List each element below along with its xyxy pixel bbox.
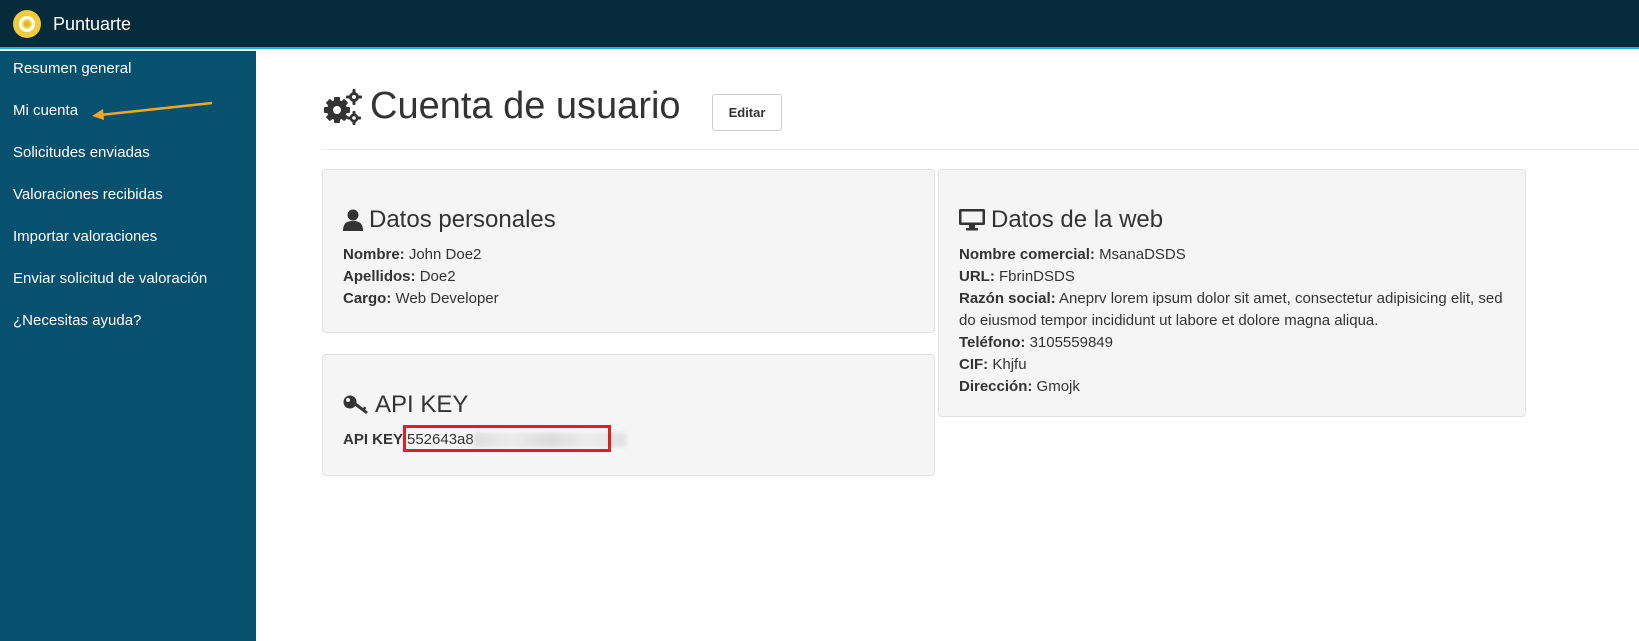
api-key-title: API KEY [375,391,469,418]
api-key-highlight-box [403,425,611,452]
api-key-card: API KEY API KEY: 552643a8 [322,354,935,476]
url-row: URL: FbrinDSDS [959,268,1075,285]
apellidos-row: Apellidos: Doe2 [343,268,456,285]
main-content: Cuenta de usuario Editar Datos personale… [256,51,1639,641]
sidebar: Resumen general Mi cuenta Solicitudes en… [0,51,256,641]
sidebar-item-valoraciones-recibidas[interactable]: Valoraciones recibidas [13,186,163,203]
nombre-row: Nombre: John Doe2 [343,246,482,263]
sidebar-item-resumen-general[interactable]: Resumen general [13,60,131,77]
personal-data-title: Datos personales [369,206,556,233]
desktop-icon [959,209,985,231]
nombre-comercial-row: Nombre comercial: MsanaDSDS [959,246,1186,263]
sidebar-item-importar-valoraciones[interactable]: Importar valoraciones [13,228,157,245]
sidebar-item-solicitudes-enviadas[interactable]: Solicitudes enviadas [13,144,150,161]
arrow-annotation [92,101,213,120]
razon-social-row: Razón social: Aneprv lorem ipsum dolor s… [959,290,1503,329]
direccion-row: Dirección: Gmojk [959,378,1080,395]
api-key-row: API KEY: 552643a8 [343,431,626,448]
cif-row: CIF: Khjfu [959,356,1027,373]
user-icon [343,209,363,231]
telefono-row: Teléfono: 3105559849 [959,334,1113,351]
top-bar: Puntuarte [0,0,1639,49]
divider [322,149,1639,150]
page-title: Cuenta de usuario [370,85,681,127]
gears-icon [324,89,362,125]
apellidos-value: Doe2 [419,268,456,285]
sidebar-item-mi-cuenta[interactable]: Mi cuenta [13,102,78,119]
cargo-row: Cargo: Web Developer [343,290,499,307]
target-logo-icon[interactable] [13,10,41,38]
personal-data-card: Datos personales Nombre: John Doe2 Apell… [322,169,935,333]
web-data-title: Datos de la web [991,206,1164,233]
brand-name[interactable]: Puntuarte [53,14,131,35]
sidebar-item-ayuda[interactable]: ¿Necesitas ayuda? [13,312,141,329]
key-icon [343,395,368,414]
web-data-card: Datos de la web Nombre comercial: MsanaD… [938,169,1526,417]
nombre-value: John Doe2 [408,246,482,263]
cargo-value: Web Developer [395,290,499,307]
sidebar-item-enviar-solicitud[interactable]: Enviar solicitud de valoración [13,270,207,287]
edit-button[interactable]: Editar [712,94,782,131]
